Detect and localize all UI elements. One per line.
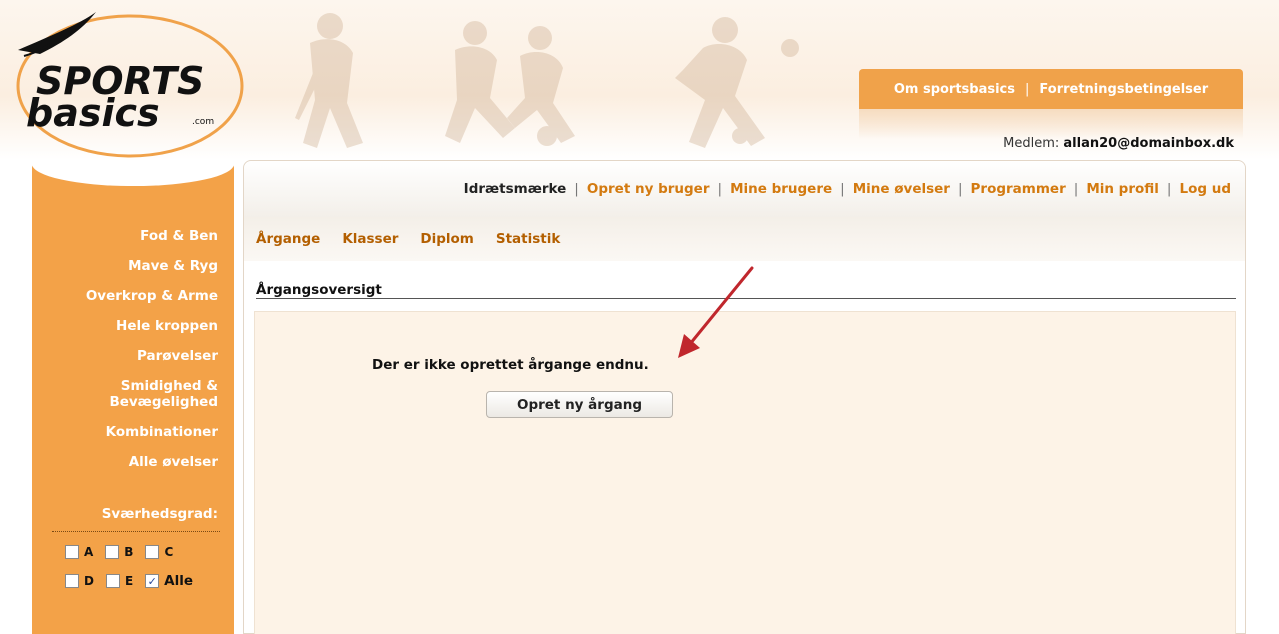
nav-item-mine-ovelser[interactable]: Mine øvelser xyxy=(853,181,950,197)
difficulty-checkbox-row-2: D E ✓ Alle xyxy=(65,573,193,589)
about-link[interactable]: Om sportsbasics xyxy=(894,82,1015,97)
checkbox-box[interactable] xyxy=(105,574,120,588)
checkbox-box[interactable] xyxy=(65,545,79,559)
member-label: Medlem: xyxy=(1003,136,1060,151)
difficulty-divider xyxy=(52,531,220,532)
checkbox-box[interactable] xyxy=(145,545,160,559)
nav-item-programmer[interactable]: Programmer xyxy=(971,181,1066,197)
sidebar-item-parovelser[interactable]: Parøvelser xyxy=(32,348,218,364)
sidebar-item-mave-ryg[interactable]: Mave & Ryg xyxy=(32,258,218,274)
sidebar-item-alle-ovelser[interactable]: Alle øvelser xyxy=(32,454,218,470)
nav-separator: | xyxy=(840,181,845,197)
sidebar-item-hele-kroppen[interactable]: Hele kroppen xyxy=(32,318,218,334)
page-title: Årgangsoversigt xyxy=(256,282,382,298)
create-year-button[interactable]: Opret ny årgang xyxy=(486,391,673,418)
tab-klasser[interactable]: Klasser xyxy=(342,231,398,247)
nav-separator: | xyxy=(574,181,579,197)
checkbox-box-checked[interactable]: ✓ xyxy=(145,574,160,588)
tab-argange[interactable]: Årgange xyxy=(256,231,320,247)
logo-line2: basics xyxy=(26,91,160,135)
top-links-separator: | xyxy=(1025,81,1030,97)
nav-separator: | xyxy=(717,181,723,197)
nav-separator: | xyxy=(1166,181,1172,197)
sidebar-nav: Fod & Ben Mave & Ryg Overkrop & Arme Hel… xyxy=(32,228,218,484)
checkbox-label: E xyxy=(124,574,134,588)
checkmark-icon: ✓ xyxy=(147,574,157,588)
member-email: allan20@domainbox.dk xyxy=(1063,136,1234,151)
athletes-silhouette-image xyxy=(295,13,799,148)
checkbox-box[interactable] xyxy=(105,545,120,559)
nav-item-idraetsmaerke[interactable]: Idrætsmærke xyxy=(464,181,567,197)
empty-state-message: Der er ikke oprettet årgange endnu. xyxy=(372,357,649,373)
sidebar-item-overkrop-arme[interactable]: Overkrop & Arme xyxy=(32,288,218,304)
arrow-icon xyxy=(678,266,754,358)
difficulty-label: Sværhedsgrad: xyxy=(101,506,218,522)
difficulty-checkbox-row-1: A B C xyxy=(65,545,173,559)
tab-statistik[interactable]: Statistik xyxy=(496,231,560,247)
nav-item-log-ud[interactable]: Log ud xyxy=(1179,181,1231,197)
terms-link[interactable]: Forretningsbetingelser xyxy=(1039,82,1208,97)
difficulty-checkbox-e[interactable]: E xyxy=(105,573,134,589)
checkbox-label: Alle xyxy=(164,573,194,589)
difficulty-checkbox-alle[interactable]: ✓ Alle xyxy=(145,573,193,589)
member-info: Medlem: allan20@domainbox.dk xyxy=(1003,136,1234,151)
checkbox-label: D xyxy=(84,574,94,588)
sportsbasics-logo[interactable]: SPORTS basics .com xyxy=(10,8,250,158)
top-links-fade xyxy=(859,109,1243,139)
checkbox-label: B xyxy=(124,545,134,559)
checkbox-box[interactable] xyxy=(65,574,79,588)
main-nav: Idrætsmærke | Opret ny bruger | Mine bru… xyxy=(244,161,1245,217)
nav-item-opret-ny-bruger[interactable]: Opret ny bruger xyxy=(587,181,710,197)
difficulty-checkbox-d[interactable]: D xyxy=(65,573,94,589)
nav-item-min-profil[interactable]: Min profil xyxy=(1086,181,1159,197)
sub-nav: Årgange Klasser Diplom Statistik xyxy=(244,217,1245,261)
nav-separator: | xyxy=(1073,181,1079,197)
sidebar-item-kombinationer[interactable]: Kombinationer xyxy=(32,424,218,440)
nav-item-mine-brugere[interactable]: Mine brugere xyxy=(730,181,832,197)
nav-separator: | xyxy=(957,181,963,197)
difficulty-checkbox-a[interactable]: A xyxy=(65,545,93,559)
checkbox-label: A xyxy=(84,545,94,559)
checkbox-label: C xyxy=(164,545,174,559)
tab-diplom[interactable]: Diplom xyxy=(420,231,473,247)
sidebar-item-fod-ben[interactable]: Fod & Ben xyxy=(32,228,218,244)
difficulty-checkbox-b[interactable]: B xyxy=(105,545,133,559)
difficulty-checkbox-c[interactable]: C xyxy=(145,545,173,559)
logo-suffix: .com xyxy=(192,117,214,127)
top-links-bar: Om sportsbasics | Forretningsbetingelser xyxy=(859,69,1243,109)
sidebar-item-smidighed[interactable]: Smidighed & Bevægelighed xyxy=(32,378,218,410)
